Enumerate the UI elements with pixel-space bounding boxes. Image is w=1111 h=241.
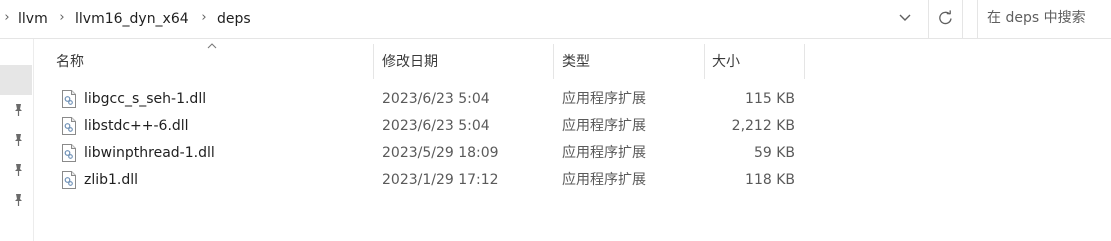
file-name: libgcc_s_seh-1.dll xyxy=(84,91,207,107)
nav-item-selected[interactable] xyxy=(0,65,32,95)
breadcrumb[interactable]: › llvm › llvm16_dyn_x64 › deps xyxy=(0,0,890,38)
file-row[interactable]: libgcc_s_seh-1.dll 2023/6/23 5:04 应用程序扩展… xyxy=(33,86,1111,113)
breadcrumb-separator-icon[interactable]: › xyxy=(197,9,211,27)
file-name: zlib1.dll xyxy=(84,172,139,188)
column-header-row: 名称 修改日期 类型 大小 xyxy=(33,39,1111,82)
column-divider[interactable] xyxy=(704,44,705,79)
file-size: 59 KB xyxy=(753,145,795,161)
file-size: 118 KB xyxy=(745,172,795,188)
search-box[interactable] xyxy=(977,0,1111,38)
column-divider[interactable] xyxy=(804,44,805,79)
pin-icon[interactable] xyxy=(11,133,25,147)
breadcrumb-item-llvm16-dyn-x64[interactable]: llvm16_dyn_x64 xyxy=(75,9,189,29)
column-header-date[interactable]: 修改日期 xyxy=(382,52,438,72)
refresh-button[interactable] xyxy=(928,0,963,38)
pin-icon[interactable] xyxy=(11,193,25,207)
file-size: 115 KB xyxy=(745,91,795,107)
sort-ascending-icon xyxy=(207,43,217,49)
search-input[interactable] xyxy=(978,0,1106,36)
dll-file-icon xyxy=(62,144,76,162)
column-header-name[interactable]: 名称 xyxy=(56,52,84,72)
column-header-size[interactable]: 大小 xyxy=(712,52,740,72)
file-date-modified: 2023/6/23 5:04 xyxy=(382,118,490,134)
file-type: 应用程序扩展 xyxy=(562,91,646,107)
file-type: 应用程序扩展 xyxy=(562,145,646,161)
file-size: 2,212 KB xyxy=(731,118,795,134)
file-name: libwinpthread-1.dll xyxy=(84,145,215,161)
address-history-dropdown[interactable] xyxy=(892,6,920,32)
column-divider[interactable] xyxy=(553,44,554,79)
address-bar: › llvm › llvm16_dyn_x64 › deps xyxy=(0,0,1111,39)
breadcrumb-item-deps[interactable]: deps xyxy=(217,9,251,29)
file-row[interactable]: libstdc++-6.dll 2023/6/23 5:04 应用程序扩展 2,… xyxy=(33,113,1111,140)
file-row[interactable]: libwinpthread-1.dll 2023/5/29 18:09 应用程序… xyxy=(33,140,1111,167)
refresh-icon xyxy=(939,10,952,25)
pin-icon[interactable] xyxy=(11,163,25,177)
breadcrumb-separator-icon[interactable]: › xyxy=(0,9,14,27)
file-type: 应用程序扩展 xyxy=(562,118,646,134)
dll-file-icon xyxy=(62,171,76,189)
file-date-modified: 2023/1/29 17:12 xyxy=(382,172,499,188)
breadcrumb-item-llvm[interactable]: llvm xyxy=(18,9,48,29)
chevron-down-icon xyxy=(899,14,911,21)
file-row[interactable]: zlib1.dll 2023/1/29 17:12 应用程序扩展 118 KB xyxy=(33,167,1111,194)
dll-file-icon xyxy=(62,90,76,108)
file-date-modified: 2023/6/23 5:04 xyxy=(382,91,490,107)
column-header-type[interactable]: 类型 xyxy=(562,52,590,72)
file-type: 应用程序扩展 xyxy=(562,172,646,188)
file-date-modified: 2023/5/29 18:09 xyxy=(382,145,499,161)
column-divider[interactable] xyxy=(373,44,374,79)
dll-file-icon xyxy=(62,117,76,135)
breadcrumb-separator-icon[interactable]: › xyxy=(55,9,69,27)
pin-icon[interactable] xyxy=(11,103,25,117)
file-name: libstdc++-6.dll xyxy=(84,118,189,134)
navigation-pane[interactable] xyxy=(0,39,34,241)
